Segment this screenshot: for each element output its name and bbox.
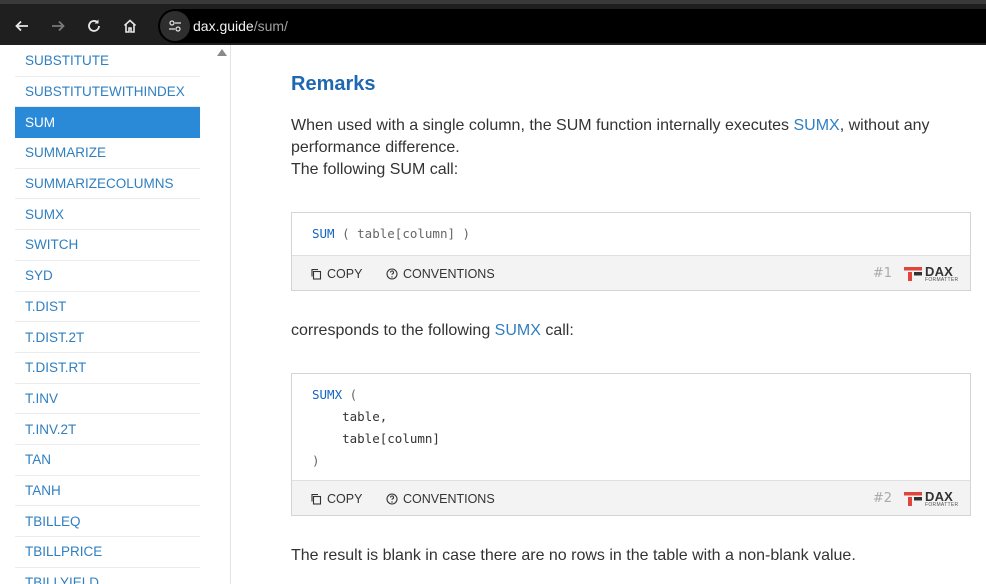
code-footer: COPY CONVENTIONS #1 DAX FORMATTER [292, 255, 970, 290]
sidebar-item-tbillprice[interactable]: TBILLPRICE [15, 537, 200, 568]
home-icon [123, 19, 137, 33]
copy-button[interactable]: COPY [310, 256, 362, 291]
dax-formatter-mark-icon [904, 492, 922, 506]
arrow-right-icon [52, 20, 65, 32]
sidebar-item-substitutewithindex[interactable]: SUBSTITUTEWITHINDEX [15, 77, 200, 108]
url-path: /sum/ [253, 18, 288, 34]
sumx-link[interactable]: SUMX [495, 322, 541, 339]
code-arg: table[column] [342, 431, 440, 446]
section-heading-remarks: Remarks [291, 73, 376, 95]
remarks-paragraph-1: When used with a single column, the SUM … [291, 115, 951, 181]
sidebar-item-tan[interactable]: TAN [15, 445, 200, 476]
sidebar-item-t-dist[interactable]: T.DIST [15, 292, 200, 323]
arrow-left-icon [15, 20, 28, 32]
reload-button[interactable] [80, 12, 108, 40]
function-sidebar: SUBSTITUTE SUBSTITUTEWITHINDEX SUM SUMMARIZ… [0, 45, 231, 584]
sidebar-item-syd[interactable]: SYD [15, 261, 200, 292]
browser-toolbar: dax.guide/sum/ [0, 0, 986, 45]
dax-formatter-mark-icon [904, 267, 922, 281]
copy-icon [311, 268, 322, 280]
help-circle-icon [386, 492, 398, 505]
sidebar-item-sum[interactable]: SUM [15, 107, 200, 139]
conventions-button[interactable]: CONVENTIONS [386, 256, 495, 291]
remarks-paragraph-3: The result is blank in case there are no… [291, 547, 856, 564]
main-content: Remarks When used with a single column, … [231, 45, 986, 584]
code-arg: table, [342, 409, 388, 424]
url-text[interactable]: dax.guide/sum/ [193, 18, 288, 34]
paragraph-text: When used with a single column, the SUM … [291, 117, 794, 134]
sidebar-item-sumx[interactable]: SUMX [15, 199, 200, 231]
copy-icon [311, 493, 322, 505]
code-number: #1 [872, 266, 892, 281]
code-block-1: SUM ( table[column] ) COPY CONVENTIONS #… [291, 212, 971, 291]
sidebar-item-t-dist-2t[interactable]: T.DIST.2T [15, 322, 200, 353]
copy-label: COPY [327, 266, 363, 281]
sidebar-item-t-inv-2t[interactable]: T.INV.2T [15, 414, 200, 445]
forward-button[interactable] [44, 12, 72, 40]
url-host: dax.guide [193, 18, 254, 34]
sidebar-item-summarizecolumns[interactable]: SUMMARIZECOLUMNS [15, 169, 200, 200]
remarks-paragraph-2: corresponds to the following SUMX call: [291, 320, 951, 342]
address-bar[interactable]: dax.guide/sum/ [158, 9, 986, 43]
paragraph-text: corresponds to the following [291, 322, 495, 339]
copy-button[interactable]: COPY [310, 481, 362, 516]
dax-formatter-logo[interactable]: DAX FORMATTER [904, 489, 960, 509]
code-footer: COPY CONVENTIONS #2 DAX FORMATTER [292, 480, 970, 515]
code-paren: ( [349, 387, 358, 402]
copy-label: COPY [327, 491, 363, 506]
conventions-label: CONVENTIONS [403, 266, 495, 281]
code-number: #2 [872, 491, 892, 506]
back-button[interactable] [8, 12, 36, 40]
dax-formatter-logo[interactable]: DAX FORMATTER [904, 264, 960, 284]
sumx-link[interactable]: SUMX [793, 117, 839, 134]
sidebar-item-tbillyield[interactable]: TBILLYIELD [15, 568, 200, 584]
code-function: SUMX [312, 387, 343, 402]
code-function: SUM [312, 226, 335, 241]
tune-icon [169, 20, 181, 32]
sidebar-item-t-dist-rt[interactable]: T.DIST.RT [15, 353, 200, 384]
conventions-label: CONVENTIONS [403, 491, 495, 506]
code-paren: ) [312, 453, 320, 468]
site-info-icon[interactable] [160, 11, 190, 41]
logo-subtext: FORMATTER [925, 277, 959, 283]
logo-subtext: FORMATTER [925, 502, 959, 508]
code-args: ( table[column] ) [342, 226, 471, 241]
sidebar-item-tbilleq[interactable]: TBILLEQ [15, 506, 200, 537]
scroll-up-arrow-icon[interactable] [217, 49, 227, 56]
home-button[interactable] [116, 12, 144, 40]
sidebar-item-t-inv[interactable]: T.INV [15, 384, 200, 415]
code-content: SUMX ( table, table[column] ) [292, 374, 970, 472]
sidebar-item-summarize[interactable]: SUMMARIZE [15, 138, 200, 169]
sidebar-item-switch[interactable]: SWITCH [15, 230, 200, 261]
code-block-2: SUMX ( table, table[column] ) COPY CONVE… [291, 373, 971, 516]
help-circle-icon [386, 267, 398, 280]
reload-icon [88, 19, 100, 32]
conventions-button[interactable]: CONVENTIONS [386, 481, 495, 516]
paragraph-text: The following SUM call: [291, 161, 459, 178]
paragraph-text: call: [540, 322, 574, 339]
sidebar-item-tanh[interactable]: TANH [15, 476, 200, 507]
code-content: SUM ( table[column] ) [292, 213, 970, 245]
function-list: SUBSTITUTE SUBSTITUTEWITHINDEX SUM SUMMARIZ… [15, 46, 200, 584]
sidebar-item-substitute[interactable]: SUBSTITUTE [15, 46, 200, 77]
